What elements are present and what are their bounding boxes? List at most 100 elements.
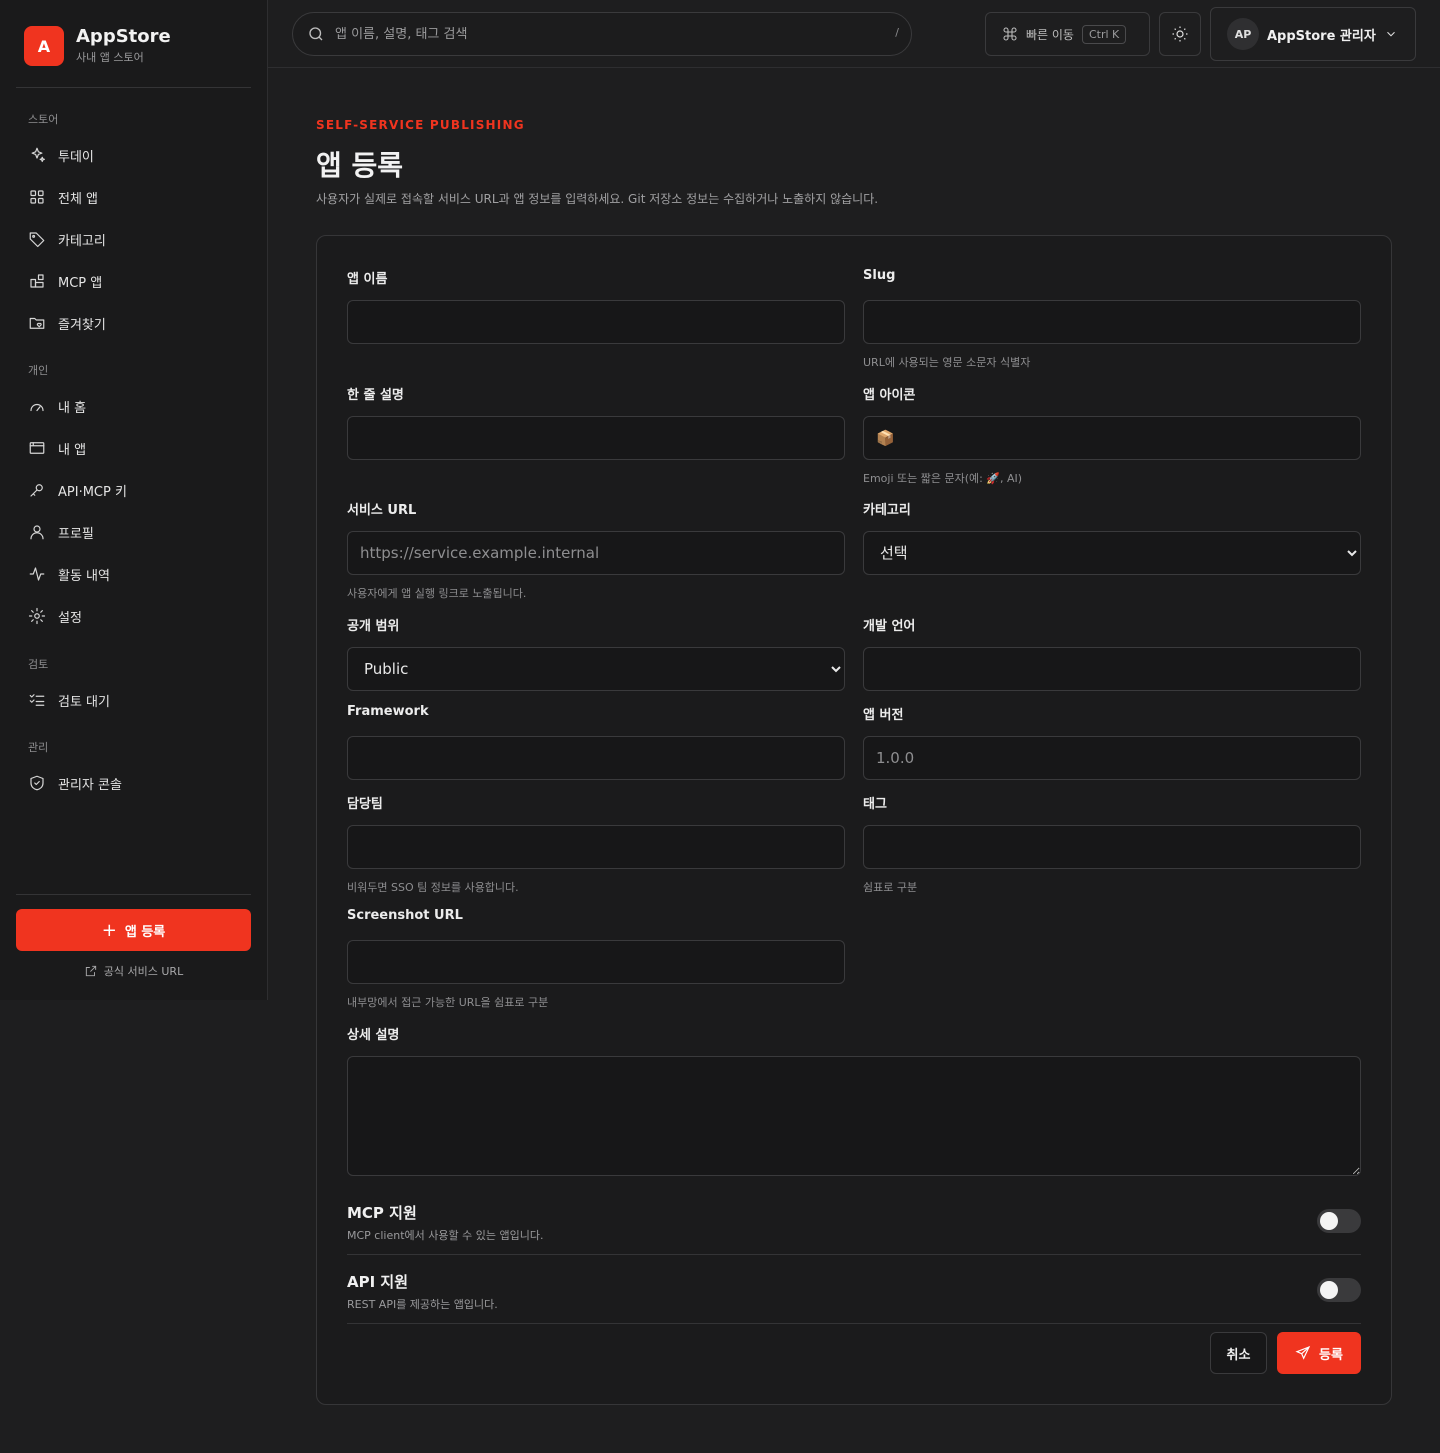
version-field: 앱 버전 (863, 704, 1361, 780)
external-link-icon (85, 965, 96, 977)
team-input[interactable] (347, 825, 845, 869)
user-icon (30, 525, 44, 540)
tags-input[interactable] (863, 825, 1361, 869)
sidebar-item-activity[interactable]: 활동 내역 (16, 556, 252, 592)
team-hint: 비워두면 SSO 팀 정보를 사용합니다. (347, 881, 519, 894)
sidebar-item-mcp-apps[interactable]: MCP 앱 (16, 263, 252, 299)
activity-icon (29, 567, 45, 581)
sidebar-item-review-queue[interactable]: 검토 대기 (16, 682, 252, 718)
sidebar-item-all-apps[interactable]: 전체 앱 (16, 179, 252, 215)
nav-section-personal: 개인 (28, 364, 49, 377)
sidebar-item-label: API·MCP 키 (58, 484, 127, 500)
app-icon-input[interactable] (863, 416, 1361, 460)
screenshot-url-hint: 내부망에서 접근 가능한 URL을 쉼표로 구분 (347, 996, 549, 1009)
nav-section-store: 스토어 (28, 113, 59, 126)
mcp-support-desc: MCP client에서 사용할 수 있는 앱입니다. (347, 1229, 544, 1242)
command-icon (1003, 27, 1017, 41)
sidebar-item-label: 내 앱 (58, 442, 87, 458)
version-input[interactable] (863, 736, 1361, 780)
quick-jump-button[interactable]: 빠른 이동 Ctrl K (985, 12, 1150, 56)
team-field: 담당팀 비워두면 SSO 팀 정보를 사용합니다. (347, 793, 845, 895)
search-input[interactable] (335, 26, 875, 42)
service-url-field: 서비스 URL 사용자에게 앱 실행 링크로 노출됩니다. (347, 499, 845, 601)
mcp-support-toggle[interactable] (1317, 1209, 1361, 1233)
sidebar-item-today[interactable]: 투데이 (16, 137, 252, 173)
brand[interactable]: A AppStore 사내 앱 스토어 (24, 26, 171, 66)
service-url-hint: 사용자에게 앱 실행 링크로 노출됩니다. (347, 587, 527, 600)
nav-section-admin: 관리 (28, 741, 49, 754)
tags-field: 태그 쉼표로 구분 (863, 793, 1361, 895)
app-icon-label: 앱 아이콘 (863, 388, 916, 403)
quick-jump-label: 빠른 이동 (1026, 27, 1074, 42)
list-check-icon (29, 694, 45, 706)
sidebar-item-label: 프로필 (58, 526, 94, 542)
search-shortcut: / (895, 26, 899, 39)
row-divider (347, 1323, 1361, 1324)
key-icon (30, 484, 43, 497)
sidebar-item-my-apps[interactable]: 내 앱 (16, 430, 252, 466)
category-select[interactable]: 선택 (863, 531, 1361, 575)
plus-icon: + (101, 919, 117, 941)
detail-desc-field: 상세 설명 (347, 1024, 1361, 1180)
sidebar-item-admin-console[interactable]: 관리자 콘솔 (16, 765, 252, 801)
app-register-form: 앱 이름 Slug URL에 사용되는 영문 소문자 식별자 한 줄 설명 앱 … (316, 235, 1392, 1405)
official-service-url-link[interactable]: 공식 서비스 URL (16, 960, 251, 982)
app-icon-hint: Emoji 또는 짧은 문자(예: 🚀, AI) (863, 472, 1023, 485)
slug-input[interactable] (863, 300, 1361, 344)
sun-icon (1172, 26, 1188, 42)
cancel-button[interactable]: 취소 (1210, 1332, 1267, 1374)
api-support-title: API 지원 (347, 1273, 409, 1291)
brand-title: AppStore (76, 26, 171, 47)
slug-hint: URL에 사용되는 영문 소문자 식별자 (863, 356, 1031, 369)
api-support-toggle[interactable] (1317, 1278, 1361, 1302)
sidebar-item-settings[interactable]: 설정 (16, 598, 252, 634)
sidebar: A AppStore 사내 앱 스토어 스토어 투데이 전체 앱 카테고리 MC… (0, 0, 268, 1000)
service-url-input[interactable] (347, 531, 845, 575)
tags-hint: 쉼표로 구분 (863, 881, 918, 894)
framework-label: Framework (347, 704, 429, 719)
short-desc-field: 한 줄 설명 (347, 384, 845, 460)
screenshot-url-input[interactable] (347, 940, 845, 984)
official-service-url-label: 공식 서비스 URL (103, 965, 184, 978)
user-name: AppStore 관리자 (1267, 28, 1376, 44)
visibility-select[interactable]: Public (347, 647, 845, 691)
nav-section-review: 검토 (28, 658, 49, 671)
sparkles-icon (31, 147, 45, 163)
framework-input[interactable] (347, 736, 845, 780)
language-field: 개발 언어 (863, 615, 1361, 691)
sidebar-item-my-home[interactable]: 내 홈 (16, 388, 252, 424)
avatar: AP (1227, 18, 1259, 50)
register-app-label: 앱 등록 (124, 924, 166, 940)
category-field: 카테고리 선택 (863, 499, 1361, 575)
mcp-support-row: MCP 지원 MCP client에서 사용할 수 있는 앱입니다. (347, 1202, 1361, 1260)
sidebar-item-api-keys[interactable]: API·MCP 키 (16, 472, 252, 508)
team-label: 담당팀 (347, 797, 383, 812)
sidebar-item-category[interactable]: 카테고리 (16, 221, 252, 257)
folder-heart-icon (29, 317, 45, 329)
detail-desc-textarea[interactable] (347, 1056, 1361, 1176)
api-support-row: API 지원 REST API를 제공하는 앱입니다. (347, 1271, 1361, 1329)
submit-button[interactable]: 등록 (1277, 1332, 1361, 1374)
service-url-label: 서비스 URL (347, 503, 417, 518)
sidebar-register-app-button[interactable]: + 앱 등록 (16, 909, 251, 951)
gauge-icon (30, 403, 44, 412)
sidebar-item-profile[interactable]: 프로필 (16, 514, 252, 550)
app-name-input[interactable] (347, 300, 845, 344)
user-menu-button[interactable]: AP AppStore 관리자 (1210, 7, 1416, 61)
mcp-support-title: MCP 지원 (347, 1204, 417, 1222)
short-desc-input[interactable] (347, 416, 845, 460)
sidebar-item-favorites[interactable]: 즐겨찾기 (16, 305, 252, 341)
sidebar-item-label: 검토 대기 (58, 694, 110, 710)
sidebar-item-label: 활동 내역 (58, 568, 110, 584)
language-input[interactable] (863, 647, 1361, 691)
slug-field: Slug URL에 사용되는 영문 소문자 식별자 (863, 268, 1361, 370)
short-desc-label: 한 줄 설명 (347, 388, 404, 403)
sidebar-item-label: 투데이 (58, 149, 94, 165)
theme-toggle-button[interactable] (1159, 12, 1201, 56)
category-label: 카테고리 (863, 503, 911, 518)
screenshot-url-label: Screenshot URL (347, 908, 463, 923)
page-eyebrow: SELF-SERVICE PUBLISHING (316, 118, 525, 132)
app-icon-field: 앱 아이콘 Emoji 또는 짧은 문자(예: 🚀, AI) (863, 384, 1361, 486)
shield-check-icon (30, 775, 44, 791)
search-box[interactable]: / (292, 12, 912, 56)
